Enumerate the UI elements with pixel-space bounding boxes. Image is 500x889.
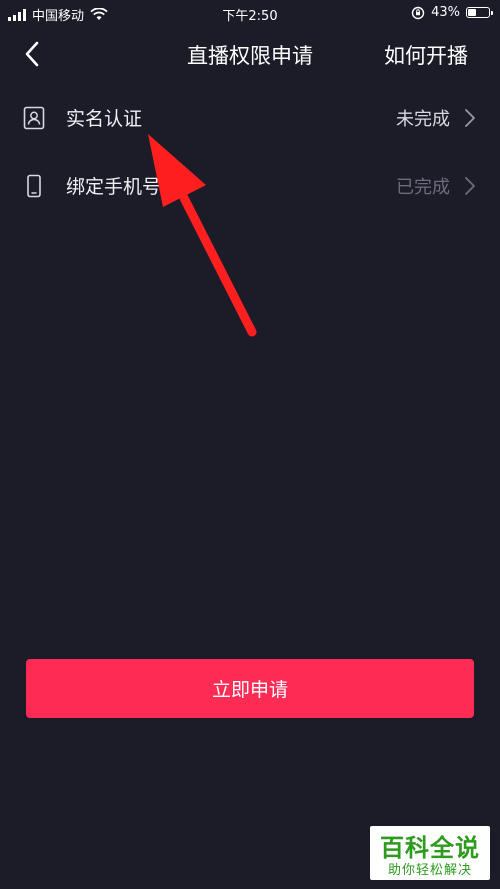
annotation-arrow-icon xyxy=(148,134,257,337)
watermark-subtitle: 助你轻松解决 xyxy=(387,863,472,878)
watermark-title: 百科全说 xyxy=(380,834,480,862)
apply-now-button[interactable]: 立即申请 xyxy=(26,659,474,718)
watermark-logo: 百科全说 助你轻松解决 xyxy=(370,826,490,880)
